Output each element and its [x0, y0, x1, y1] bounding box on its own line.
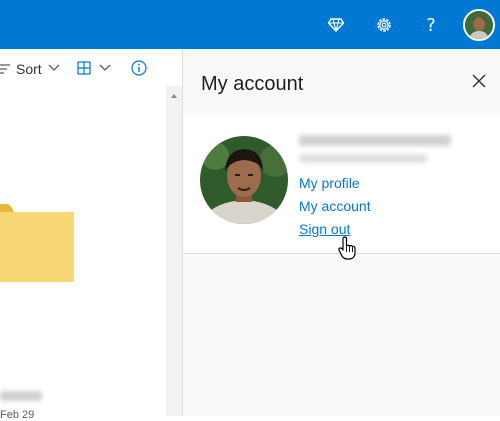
help-icon: ?	[426, 14, 436, 36]
file-list: Feb 29	[0, 86, 166, 421]
help-button[interactable]: ?	[418, 12, 444, 38]
scrollbar[interactable]	[166, 86, 182, 416]
info-icon[interactable]	[131, 60, 147, 76]
diamond-icon[interactable]	[323, 12, 349, 38]
sign-out-link[interactable]: Sign out	[299, 221, 350, 237]
sort-icon	[0, 64, 10, 74]
folder-icon[interactable]	[0, 200, 74, 284]
my-profile-link[interactable]: My profile	[299, 175, 360, 191]
scroll-up-icon[interactable]	[171, 94, 177, 98]
profile-photo	[200, 136, 288, 224]
account-email-blurred	[299, 135, 451, 146]
account-alias-blurred	[299, 154, 427, 163]
folder-date: Feb 29	[0, 409, 35, 421]
folder-name-blurred	[0, 391, 42, 401]
gear-icon[interactable]	[371, 12, 397, 38]
app-header: ?	[0, 0, 500, 49]
panel-title: My account	[201, 73, 304, 95]
close-icon	[472, 74, 486, 88]
account-avatar-button[interactable]	[463, 9, 495, 41]
hand-cursor-icon	[338, 236, 356, 260]
chevron-down-icon[interactable]	[99, 64, 111, 72]
my-account-link[interactable]: My account	[299, 198, 371, 214]
close-button[interactable]	[469, 71, 489, 91]
view-grid-icon[interactable]	[77, 61, 91, 75]
my-account-panel: My account My profile My account Sign ou…	[183, 49, 500, 416]
account-card: My profile My account Sign out	[183, 113, 500, 254]
chevron-down-icon[interactable]	[48, 64, 60, 72]
command-bar: Sort	[0, 52, 183, 86]
sort-label[interactable]: Sort	[16, 61, 42, 77]
